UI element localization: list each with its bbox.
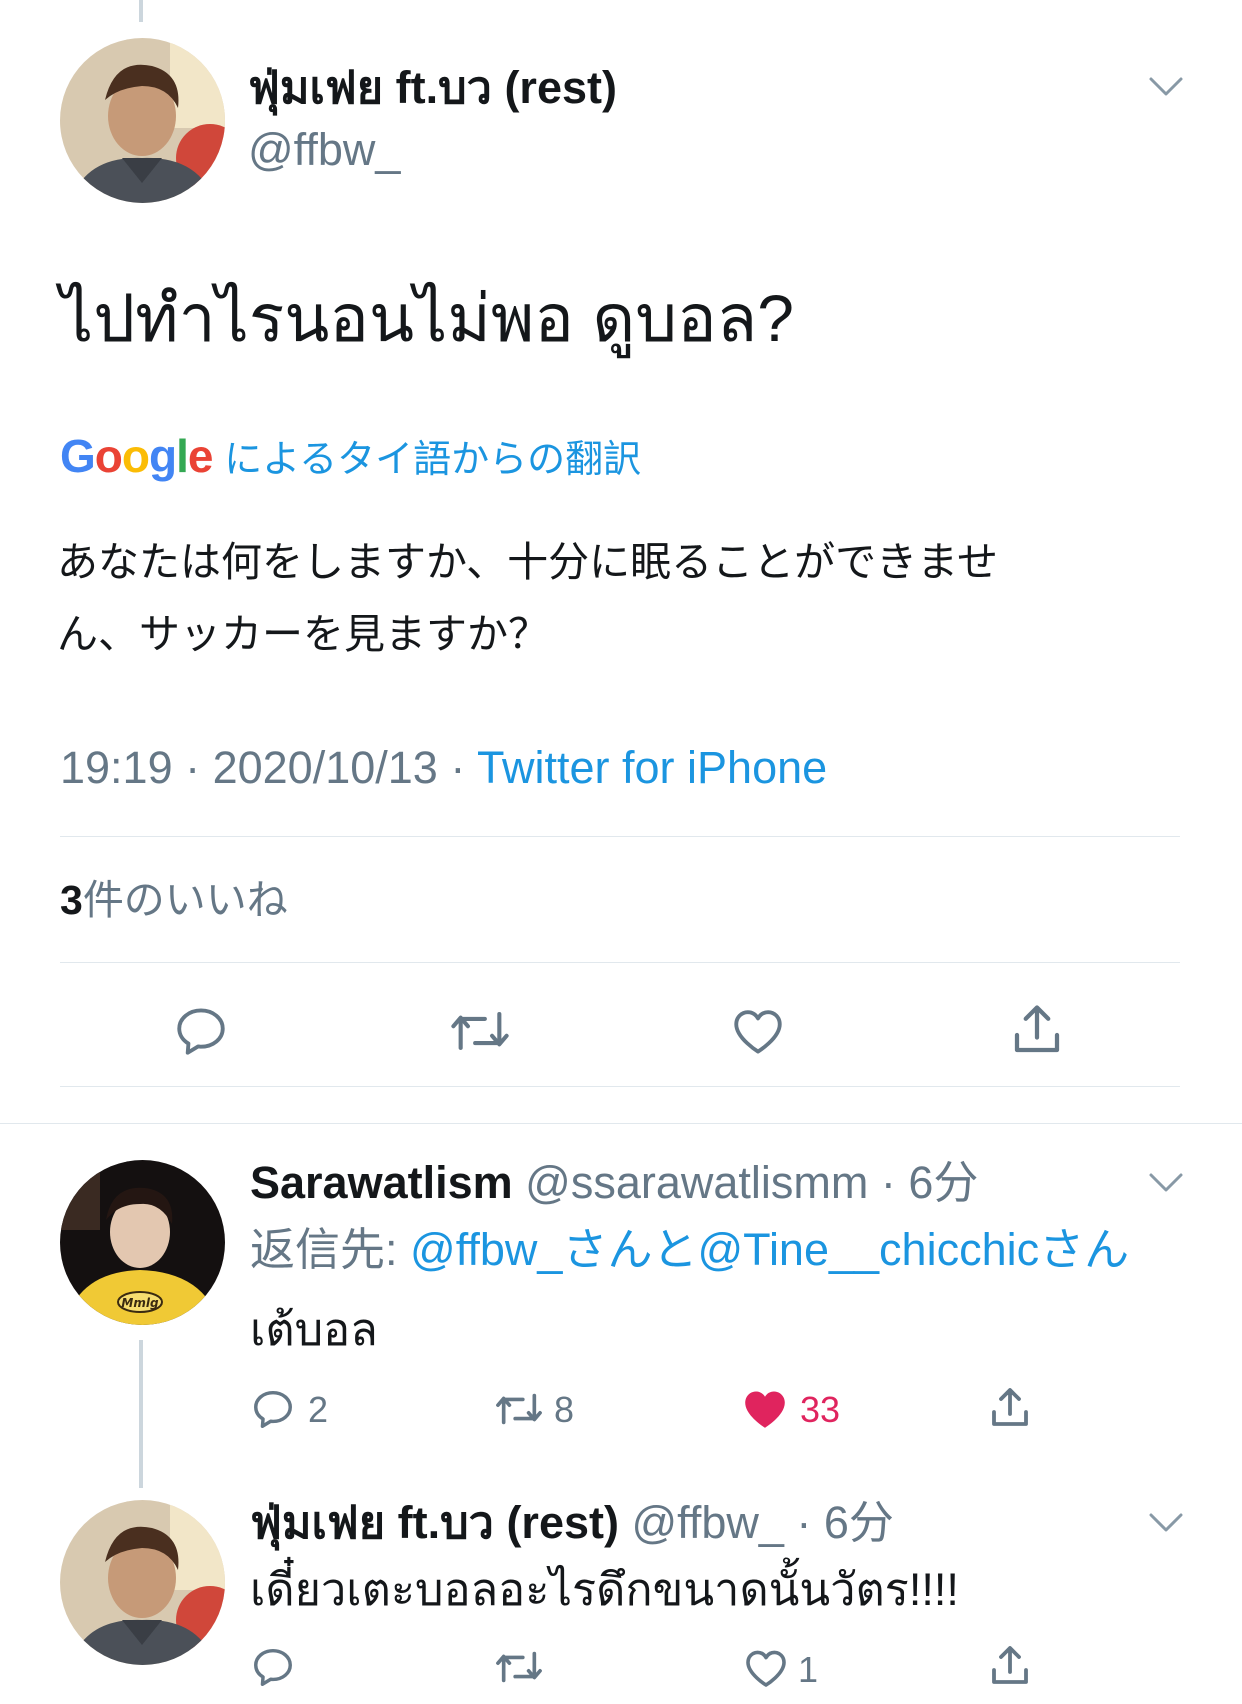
reply-header: Sarawatlism @ssarawatlismm · 6分 bbox=[250, 1155, 978, 1211]
likes-summary[interactable]: 3件のいいね bbox=[60, 874, 288, 926]
replying-to: 返信先: @ffbw_さんと@Tine__chicchicさん bbox=[250, 1222, 1129, 1278]
chevron-down-icon[interactable] bbox=[1148, 1512, 1184, 1539]
like-icon[interactable] bbox=[728, 1002, 788, 1060]
avatar[interactable] bbox=[60, 1500, 225, 1665]
share-icon[interactable] bbox=[1007, 1000, 1067, 1060]
tweet-metadata: 19:19 · 2020/10/13 · Twitter for iPhone bbox=[60, 740, 827, 796]
retweet-icon[interactable] bbox=[492, 1386, 546, 1432]
tweet-source-link[interactable]: Twitter for iPhone bbox=[477, 742, 827, 793]
display-name[interactable]: ฟุ่มเฟย ft.บว (rest) bbox=[250, 1497, 619, 1548]
display-name[interactable]: Sarawatlism bbox=[250, 1157, 513, 1208]
retweet-count: 8 bbox=[554, 1389, 575, 1430]
reply-icon[interactable] bbox=[250, 1644, 296, 1690]
translation-line-2: ん、サッカーを見ますか？ bbox=[57, 611, 549, 657]
share-icon[interactable] bbox=[986, 1384, 1034, 1432]
translation-header[interactable]: Google によるタイ語からの翻訳 bbox=[60, 430, 641, 486]
avatar[interactable]: Mmlg bbox=[60, 1160, 225, 1325]
chevron-down-icon[interactable] bbox=[1148, 76, 1184, 103]
like-icon[interactable] bbox=[740, 1384, 790, 1434]
retweet-icon[interactable] bbox=[492, 1644, 546, 1690]
handle-and-time[interactable]: @ssarawatlismm · 6分 bbox=[525, 1157, 978, 1208]
reply-icon[interactable] bbox=[172, 1002, 230, 1060]
thread-line bbox=[139, 1340, 143, 1488]
translation-line-1: あなたは何をしますか、十分に眠ることができませ bbox=[57, 539, 998, 585]
like-count: 33 bbox=[800, 1389, 841, 1430]
avatar[interactable] bbox=[60, 38, 225, 203]
reply-icon[interactable] bbox=[250, 1386, 296, 1432]
tweet-timestamp[interactable]: 19:19 · 2020/10/13 · bbox=[60, 742, 477, 793]
reply-header: ฟุ่มเฟย ft.บว (rest) @ffbw_ · 6分 bbox=[250, 1495, 894, 1551]
google-logo: Google bbox=[60, 430, 213, 482]
handle-and-time[interactable]: @ffbw_ · 6分 bbox=[631, 1497, 893, 1548]
display-name[interactable]: ฟุ่มเฟย ft.บว (rest) bbox=[248, 60, 617, 116]
reply-prefix: 返信先: bbox=[250, 1224, 411, 1275]
tweet-text: เดี๋ยวเตะบอลอะไรดึกขนาดนั้นวัตร!!!! bbox=[250, 1564, 959, 1615]
likes-count: 3 bbox=[60, 877, 83, 923]
share-icon[interactable] bbox=[986, 1642, 1034, 1690]
retweet-icon[interactable] bbox=[446, 1002, 514, 1060]
like-count: 1 bbox=[798, 1649, 819, 1690]
svg-text:Mmlg: Mmlg bbox=[121, 1296, 159, 1310]
section-divider bbox=[0, 1123, 1242, 1124]
reply-count: 2 bbox=[308, 1389, 329, 1430]
reply-targets[interactable]: @ffbw_さんと@Tine__chicchicさん bbox=[410, 1224, 1129, 1275]
likes-label: 件のいいね bbox=[82, 877, 288, 923]
tweet-text: เต้บอล bbox=[250, 1304, 378, 1355]
divider bbox=[60, 962, 1180, 963]
chevron-down-icon[interactable] bbox=[1148, 1172, 1184, 1199]
tweet-text: ไปทำไรนอนไม่พอ ดูบอล? bbox=[60, 281, 794, 355]
translation-label: によるタイ語からの翻訳 bbox=[224, 439, 642, 481]
like-icon[interactable] bbox=[742, 1644, 790, 1692]
user-handle[interactable]: @ffbw_ bbox=[248, 122, 400, 178]
divider bbox=[60, 1086, 1180, 1087]
thread-line-top bbox=[139, 0, 143, 22]
divider bbox=[60, 836, 1180, 837]
